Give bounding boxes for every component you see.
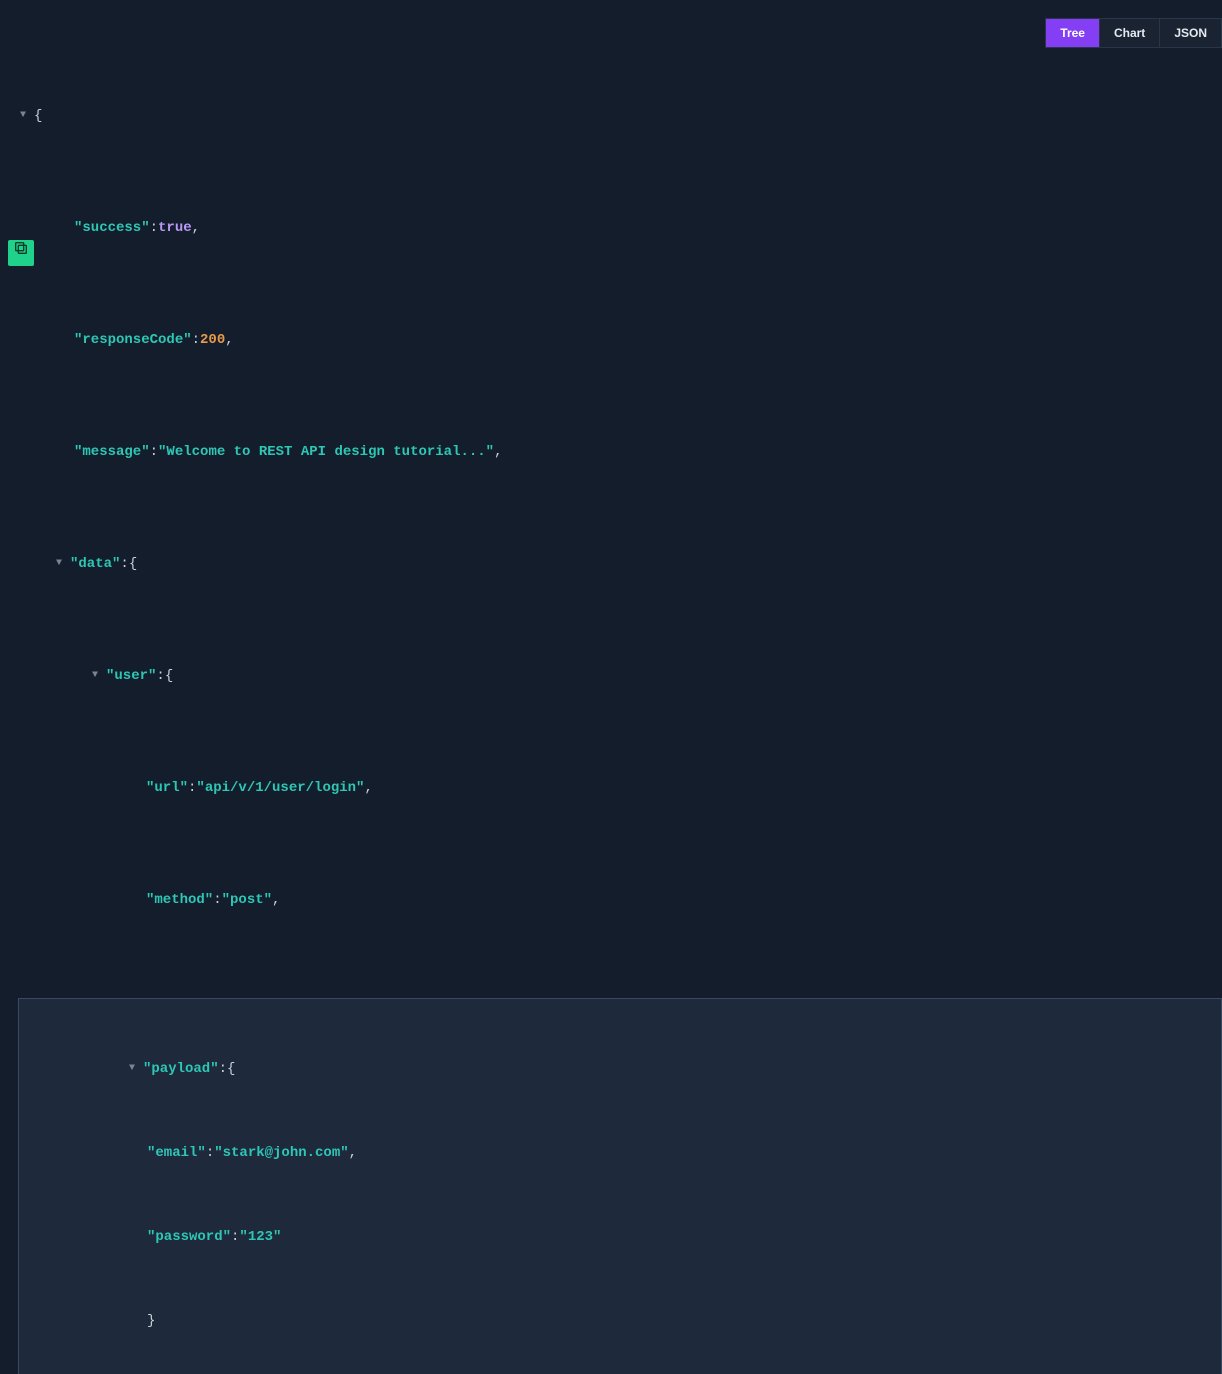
property-responsecode[interactable]: "responseCode": 200, [20, 326, 1222, 354]
property-data[interactable]: ▼"data": { [20, 550, 1222, 578]
tab-chart[interactable]: Chart [1100, 19, 1160, 47]
view-mode-toolbar: Tree Chart JSON [1045, 18, 1222, 48]
property-password[interactable]: "password": "123" [21, 1223, 1221, 1251]
caret-icon[interactable]: ▼ [56, 550, 70, 578]
copy-icon [13, 239, 29, 267]
root-open[interactable]: ▼{ [20, 102, 1222, 130]
caret-icon[interactable]: ▼ [20, 102, 34, 130]
caret-icon[interactable]: ▼ [129, 1055, 143, 1083]
copy-button[interactable] [8, 240, 34, 266]
tab-json[interactable]: JSON [1160, 19, 1221, 47]
property-user[interactable]: ▼"user": { [20, 662, 1222, 690]
tab-tree[interactable]: Tree [1046, 19, 1100, 47]
caret-icon[interactable]: ▼ [92, 662, 106, 690]
json-tree-viewer: ▼{ "success": true, "responseCode": 200,… [0, 0, 1222, 1374]
close-user-payload[interactable]: } [21, 1307, 1221, 1335]
property-user-method[interactable]: "method": "post", [20, 886, 1222, 914]
property-user-url[interactable]: "url": "api/v/1/user/login", [20, 774, 1222, 802]
property-success[interactable]: "success": true, [20, 214, 1222, 242]
property-user-payload[interactable]: ▼"payload": { [21, 1055, 1221, 1083]
highlighted-payload-block: ▼"payload": { "email": "stark@john.com",… [18, 998, 1222, 1374]
property-email[interactable]: "email": "stark@john.com", [21, 1139, 1221, 1167]
property-message[interactable]: "message": "Welcome to REST API design t… [20, 438, 1222, 466]
